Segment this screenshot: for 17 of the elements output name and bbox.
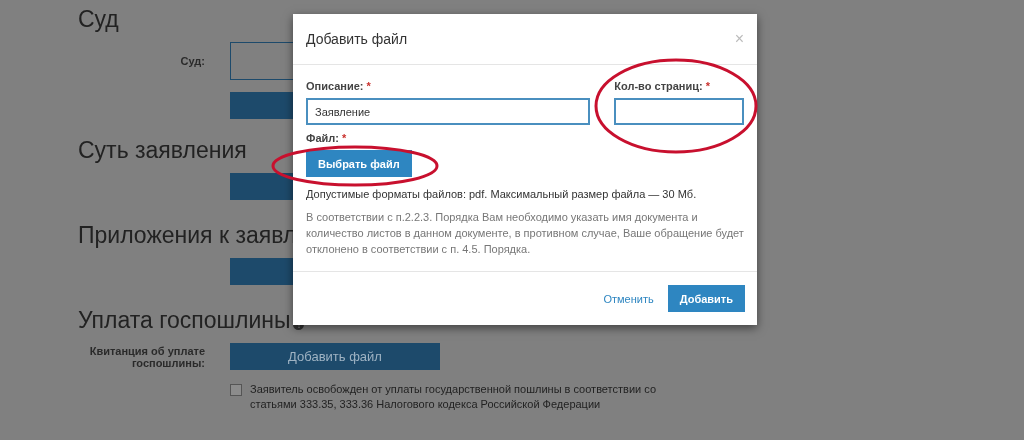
add-button[interactable]: Добавить [667,285,745,312]
field-label: Описание: * [306,80,371,92]
section-heading: Уплата госпошлины [78,306,291,335]
dialog-title: Добавить файл [306,31,408,47]
field-label: Кол-во страниц: * [614,80,711,92]
add-file-button[interactable]: Добавить файл [230,343,440,370]
section-heading: Суть заявления [78,136,247,165]
field-label: Квитанция об уплате госпошлины: [88,344,205,369]
field-label: Файл: * [306,132,347,144]
field-label: Суд: [179,55,205,67]
notice-text: В соответствии с п.2.2.3. Порядка Вам необходимо указать имя документа и количество листов в данном документе, в противном случае, Ваше обращение будет отклонено в соответствии с п. 4.5. Порядка. [306,210,744,257]
checkbox-label: Заявитель освобожден от уплаты государственной пошлины в соответствии со статьями 333.35, 333.36 Налогового кодекса Российской Федерации [250,382,657,412]
input-field[interactable]: Заявление [306,98,591,125]
section-heading: Суд [78,5,119,34]
cancel-button[interactable]: Отменить [603,292,654,305]
formats-note: Допустимые форматы файлов: pdf. Максимальный размер файла — 30 Мб. [306,188,698,200]
choose-file-button[interactable]: Выбрать файл [306,150,412,177]
